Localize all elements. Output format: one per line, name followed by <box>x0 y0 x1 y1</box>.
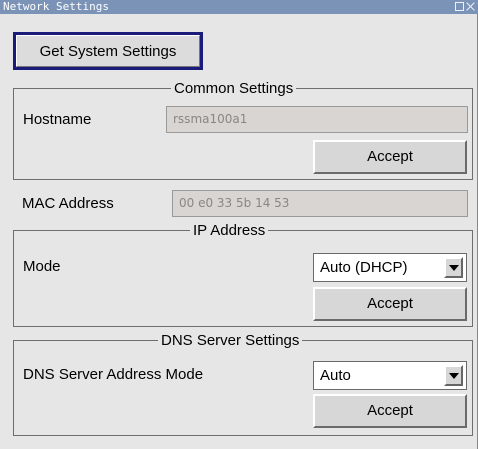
mac-address-value: 00 e0 33 5b 14 53 <box>179 196 290 210</box>
dns-server-settings-group: DNS Server Settings DNS Server Address M… <box>13 332 473 436</box>
mac-address-field: 00 e0 33 5b 14 53 <box>172 190 468 217</box>
mode-label: Mode <box>23 258 61 275</box>
ip-mode-value: Auto (DHCP) <box>320 259 408 276</box>
ip-accept-button[interactable]: Accept <box>313 287 467 321</box>
chevron-down-icon[interactable] <box>444 257 463 278</box>
dns-mode-label: DNS Server Address Mode <box>23 366 204 383</box>
hostname-field[interactable]: rssma100a1 <box>166 106 468 133</box>
get-system-settings-label: Get System Settings <box>39 42 177 60</box>
ip-address-group: IP Address Mode Auto (DHCP) Accept <box>13 222 473 327</box>
window-title: Network Settings <box>3 0 109 13</box>
get-system-settings-button[interactable]: Get System Settings <box>13 32 203 70</box>
hostname-label: Hostname <box>23 111 92 128</box>
common-settings-group: Common Settings Hostname rssma100a1 Acce… <box>13 80 473 180</box>
dns-server-settings-legend: DNS Server Settings <box>158 332 303 349</box>
network-settings-window: Network Settings Get System Settings Com… <box>0 0 478 449</box>
common-accept-label: Accept <box>367 148 413 165</box>
dns-mode-select[interactable]: Auto <box>313 361 467 390</box>
common-settings-legend: Common Settings <box>171 80 297 97</box>
dns-accept-label: Accept <box>367 402 413 419</box>
ip-mode-select[interactable]: Auto (DHCP) <box>313 253 467 282</box>
dns-mode-value: Auto <box>320 367 351 384</box>
dns-accept-button[interactable]: Accept <box>313 394 467 428</box>
mac-address-label: MAC Address <box>22 195 114 212</box>
ip-accept-label: Accept <box>367 295 413 312</box>
maximize-icon[interactable] <box>455 2 464 11</box>
title-bar[interactable]: Network Settings <box>0 0 478 14</box>
common-accept-button[interactable]: Accept <box>313 140 467 174</box>
ip-address-legend: IP Address <box>190 222 269 239</box>
hostname-value: rssma100a1 <box>173 112 248 126</box>
close-icon[interactable] <box>466 2 475 11</box>
chevron-down-icon[interactable] <box>444 365 463 386</box>
